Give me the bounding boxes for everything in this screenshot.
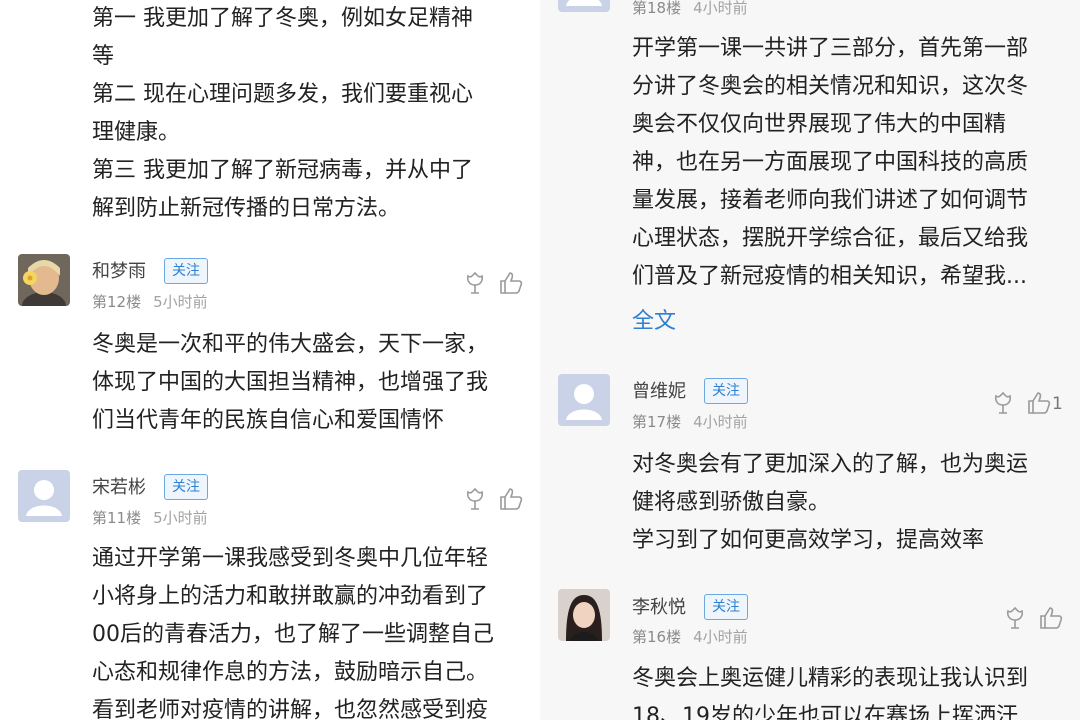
thumbs-up-icon[interactable] bbox=[498, 270, 524, 296]
floor-number: 第11楼 bbox=[92, 509, 142, 527]
comment-line: 健将感到骄傲自豪。 bbox=[632, 490, 831, 515]
comment-line: 学习到了如何更高效学习，提高效率 bbox=[632, 528, 985, 553]
left-comment-column: 第一 我更加了解了冬奥，例如女足精神 等 第二 现在心理问题多发，我们要重视心 … bbox=[0, 0, 540, 720]
avatar[interactable] bbox=[18, 470, 70, 522]
timestamp: 5小时前 bbox=[153, 509, 208, 527]
timestamp: 4小时前 bbox=[693, 628, 748, 646]
follow-button[interactable]: 关注 bbox=[704, 594, 748, 620]
comment-line: 等 bbox=[92, 44, 115, 69]
timestamp: 4小时前 bbox=[693, 413, 748, 431]
comment-line: 解到防止新冠传播的日常方法。 bbox=[92, 196, 401, 221]
comment-line: 们当代青年的民族自信心和爱国情怀 bbox=[92, 408, 445, 433]
username[interactable]: 曾维妮 bbox=[632, 380, 686, 404]
username[interactable]: 和梦雨 bbox=[92, 260, 146, 284]
thumbs-up-icon[interactable] bbox=[1026, 390, 1052, 416]
comment-body: 第一 我更加了解了冬奥，例如女足精神 等 第二 现在心理问题多发，我们要重视心 … bbox=[92, 0, 473, 228]
flower-icon[interactable] bbox=[1002, 605, 1028, 631]
flower-icon[interactable] bbox=[990, 390, 1016, 416]
comment-line: 体现了中国的大国担当精神，也增强了我 bbox=[92, 370, 489, 395]
avatar[interactable] bbox=[18, 254, 70, 306]
username[interactable]: 李秋悦 bbox=[632, 596, 686, 620]
comment-meta: 第12楼 5小时前 bbox=[92, 292, 208, 312]
flower-icon[interactable] bbox=[462, 270, 488, 296]
comment-line: 对冬奥会有了更加深入的了解，也为奥运 bbox=[632, 452, 1029, 477]
comment-line: 理健康。 bbox=[92, 120, 181, 145]
comment-line: 第一 我更加了解了冬奥，例如女足精神 bbox=[92, 6, 473, 31]
comment-line: 开学第一课一共讲了三部分，首先第一部 bbox=[632, 36, 1029, 61]
comment-line: 冬奥是一次和平的伟大盛会，天下一家， bbox=[92, 332, 489, 357]
comment-body: 对冬奥会有了更加深入的了解，也为奥运 健将感到骄傲自豪。 学习到了如何更高效学习… bbox=[632, 446, 1028, 560]
like-count: 1 bbox=[1052, 394, 1063, 414]
comment-line: 18、19岁的少年也可以在赛场上挥洒汗 bbox=[632, 704, 1018, 720]
comment-body: 通过开学第一课我感受到冬奥中几位年轻 小将身上的活力和敢拼敢赢的冲劲看到了 00… bbox=[92, 540, 494, 720]
follow-button[interactable]: 关注 bbox=[164, 258, 208, 284]
comment-line: 看到老师对疫情的讲解，也忽然感受到疫 bbox=[92, 698, 489, 720]
comment-line: 小将身上的活力和敢拼敢赢的冲劲看到了 bbox=[92, 584, 489, 609]
comment-meta: 第11楼 5小时前 bbox=[92, 508, 208, 528]
floor-number: 第18楼 bbox=[632, 0, 682, 17]
comment-line: 分讲了冬奥会的相关情况和知识，这次冬 bbox=[632, 74, 1029, 99]
timestamp: 4小时前 bbox=[693, 0, 748, 17]
comment-body: 开学第一课一共讲了三部分，首先第一部 分讲了冬奥会的相关情况和知识，这次冬 奥会… bbox=[632, 30, 1028, 296]
comment-meta: 第16楼 4小时前 bbox=[632, 627, 748, 647]
comment-meta: 第18楼 4小时前 bbox=[632, 0, 748, 18]
comment-line: 第二 现在心理问题多发，我们要重视心 bbox=[92, 82, 473, 107]
floor-number: 第17楼 bbox=[632, 413, 682, 431]
right-comment-column: 第18楼 4小时前 开学第一课一共讲了三部分，首先第一部 分讲了冬奥会的相关情况和… bbox=[540, 0, 1080, 720]
expand-full-text-link[interactable]: 全文 bbox=[632, 307, 676, 337]
timestamp: 5小时前 bbox=[153, 293, 208, 311]
comment-line: 心理状态，摆脱开学综合征，最后又给我 bbox=[632, 226, 1029, 251]
floor-number: 第12楼 bbox=[92, 293, 142, 311]
follow-button[interactable]: 关注 bbox=[164, 474, 208, 500]
comment-line: 们普及了新冠疫情的相关知识，希望我... bbox=[632, 264, 1027, 289]
avatar[interactable] bbox=[558, 374, 610, 426]
floor-number: 第16楼 bbox=[632, 628, 682, 646]
comment-line: 奥会不仅仅向世界展现了伟大的中国精 bbox=[632, 112, 1007, 137]
comment-body: 冬奥是一次和平的伟大盛会，天下一家， 体现了中国的大国担当精神，也增强了我 们当… bbox=[92, 326, 488, 440]
thumbs-up-icon[interactable] bbox=[1038, 605, 1064, 631]
comment-body: 冬奥会上奥运健儿精彩的表现让我认识到 18、19岁的少年也可以在赛场上挥洒汗 bbox=[632, 660, 1028, 720]
flower-icon[interactable] bbox=[462, 486, 488, 512]
username[interactable]: 宋若彬 bbox=[92, 476, 146, 500]
comment-line: 第三 我更加了解了新冠病毒，并从中了 bbox=[92, 158, 473, 183]
avatar[interactable] bbox=[558, 589, 610, 641]
comment-line: 神，也在另一方面展现了中国科技的高质 bbox=[632, 150, 1029, 175]
comment-line: 量发展，接着老师向我们讲述了如何调节 bbox=[632, 188, 1029, 213]
comment-line: 00后的青春活力，也了解了一些调整自己 bbox=[92, 622, 494, 647]
comment-line: 冬奥会上奥运健儿精彩的表现让我认识到 bbox=[632, 666, 1029, 691]
comment-meta: 第17楼 4小时前 bbox=[632, 412, 748, 432]
comment-line: 心态和规律作息的方法，鼓励暗示自己。 bbox=[92, 660, 489, 685]
thumbs-up-icon[interactable] bbox=[498, 486, 524, 512]
avatar[interactable] bbox=[558, 0, 610, 12]
comment-line: 通过开学第一课我感受到冬奥中几位年轻 bbox=[92, 546, 489, 571]
follow-button[interactable]: 关注 bbox=[704, 378, 748, 404]
